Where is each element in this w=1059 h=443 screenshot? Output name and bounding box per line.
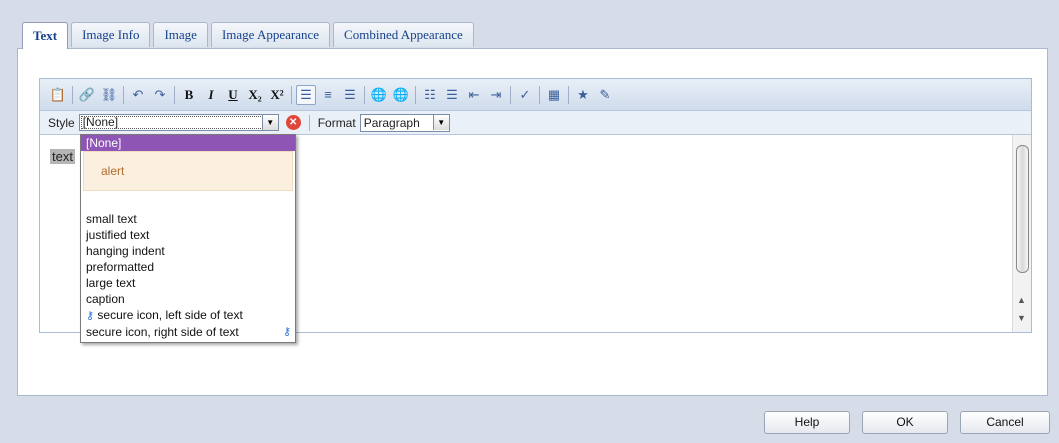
bullet-list-icon[interactable]: ☷ — [420, 85, 440, 105]
clear-style-icon[interactable]: ✕ — [285, 115, 301, 130]
toolbar-separator — [539, 85, 540, 104]
italic-button[interactable]: I — [201, 85, 221, 105]
cancel-button[interactable]: Cancel — [960, 411, 1050, 434]
scrollbar-thumb[interactable] — [1016, 145, 1029, 273]
toolbar-separator — [123, 85, 124, 104]
spellcheck-icon[interactable]: ✓ — [515, 85, 535, 105]
dropdown-item-label: secure icon, right side of text — [86, 325, 239, 339]
remove-link-globe-icon[interactable]: 🌐 — [391, 85, 411, 105]
style-format-bar: Style [None] ▼ ✕ Format Paragraph ▼ — [40, 111, 1031, 135]
undo-icon[interactable]: ↶ — [128, 85, 148, 105]
chevron-down-icon[interactable]: ▼ — [261, 115, 278, 130]
numbered-list-icon[interactable]: ☰ — [442, 85, 462, 105]
dropdown-item-hanging-indent[interactable]: hanging indent — [81, 243, 295, 259]
dropdown-item-secure-icon-left[interactable]: ⚷ secure icon, left side of text — [81, 307, 295, 324]
toolbar-separator — [364, 85, 365, 104]
format-select[interactable]: Paragraph ▼ — [359, 113, 450, 132]
dropdown-item-large-text[interactable]: large text — [81, 275, 295, 291]
toolbar-separator — [291, 85, 292, 104]
scroll-up-icon[interactable]: ▲ — [1017, 295, 1026, 305]
dropdown-gap — [81, 191, 295, 211]
dropdown-item-label: secure icon, left side of text — [97, 308, 243, 322]
dropdown-item-preformatted[interactable]: preformatted — [81, 259, 295, 275]
dropdown-item-alert[interactable]: alert — [83, 151, 293, 191]
edit-image-icon[interactable]: ✎ — [595, 85, 615, 105]
tab-combined-appearance[interactable]: Combined Appearance — [333, 22, 474, 47]
underline-button[interactable]: U — [223, 85, 243, 105]
toolbar-separator — [510, 85, 511, 104]
ok-button[interactable]: OK — [862, 411, 948, 434]
chevron-down-icon[interactable]: ▼ — [432, 114, 449, 130]
tab-image[interactable]: Image — [153, 22, 208, 47]
vertical-scrollbar[interactable]: ▲ ▼ — [1012, 135, 1031, 332]
selected-text[interactable]: text — [50, 149, 75, 164]
toolbar-separator — [415, 85, 416, 104]
dropdown-item-caption[interactable]: caption — [81, 291, 295, 307]
star-icon[interactable]: ★ — [573, 85, 593, 105]
table-icon[interactable]: ▦ — [544, 85, 564, 105]
dropdown-item-none[interactable]: [None] — [81, 135, 295, 151]
editor-toolbar: 📋 🔗 ⛓ ↶ ↷ B I U X₂ X² ☰ ≡ ☰ 🌐 🌐 ☷ ☰ ⇤ ⇥ — [40, 79, 1031, 111]
key-icon: ⚷ — [282, 326, 291, 338]
format-label: Format — [317, 115, 356, 130]
unlink-icon[interactable]: ⛓ — [99, 85, 119, 105]
indent-icon[interactable]: ⇥ — [486, 85, 506, 105]
subscript-button[interactable]: X₂ — [245, 85, 265, 105]
insert-link-globe-icon[interactable]: 🌐 — [369, 85, 389, 105]
style-select-value: [None] — [82, 115, 119, 129]
redo-icon[interactable]: ↷ — [150, 85, 170, 105]
dropdown-item-small-text[interactable]: small text — [81, 211, 295, 227]
image-properties-dialog: Text Image Info Image Image Appearance C… — [0, 0, 1059, 443]
toolbar-separator — [568, 85, 569, 104]
align-right-icon[interactable]: ☰ — [340, 85, 360, 105]
superscript-button[interactable]: X² — [267, 85, 287, 105]
toolbar-separator — [72, 85, 73, 104]
dropdown-item-secure-icon-right[interactable]: secure icon, right side of text ⚷ — [81, 324, 295, 340]
bold-button[interactable]: B — [179, 85, 199, 105]
tab-image-info[interactable]: Image Info — [71, 22, 151, 47]
tab-bar: Text Image Info Image Image Appearance C… — [22, 22, 477, 49]
tab-text[interactable]: Text — [22, 22, 69, 49]
align-left-icon[interactable]: ☰ — [296, 84, 316, 105]
style-dropdown-list: [None] alert small text justified text h… — [80, 134, 296, 343]
scroll-down-icon[interactable]: ▼ — [1017, 313, 1026, 323]
paste-text-icon[interactable]: 📋 — [48, 85, 68, 105]
toolbar-separator — [308, 114, 310, 131]
align-center-icon[interactable]: ≡ — [318, 85, 338, 105]
format-select-value: Paragraph — [363, 115, 420, 130]
tab-image-appearance[interactable]: Image Appearance — [210, 22, 331, 47]
help-button[interactable]: Help — [764, 411, 850, 434]
dropdown-item-justified-text[interactable]: justified text — [81, 227, 295, 243]
toolbar-separator — [174, 85, 175, 104]
link-icon[interactable]: 🔗 — [77, 85, 97, 105]
style-select[interactable]: [None] ▼ — [78, 114, 279, 131]
outdent-icon[interactable]: ⇤ — [464, 85, 484, 105]
key-icon: ⚷ — [86, 310, 95, 322]
style-label: Style — [48, 115, 75, 130]
